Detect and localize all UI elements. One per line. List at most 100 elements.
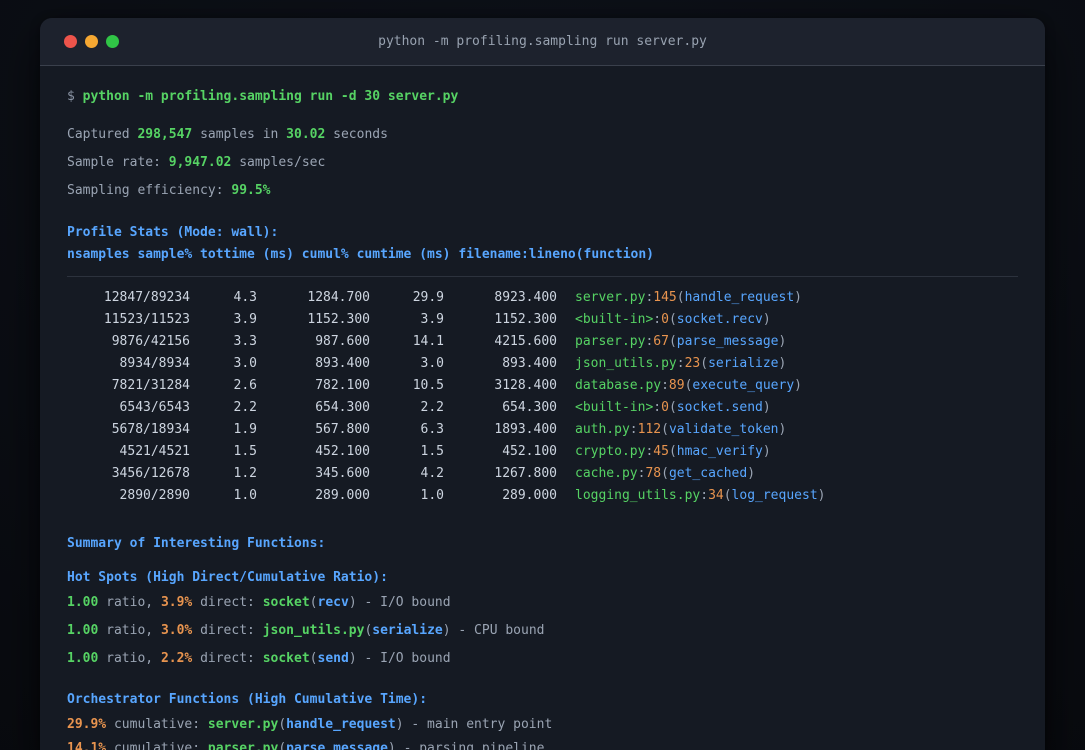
col-filename: <built-in> — [575, 312, 654, 327]
direct-pct-value: 3.0% — [160, 623, 193, 638]
col-tottime: 345.600 — [315, 466, 370, 481]
col-nsamples: 7821/31284 — [111, 378, 190, 393]
colon-separator: : — [700, 488, 709, 503]
bound-note: - I/O bound — [356, 595, 451, 610]
col-function: execute_query — [692, 378, 795, 393]
profile-row: 6543/6543 2.2 654.300 2.2 654.300 <built-in>:… — [67, 397, 1018, 419]
orchestrator-row: 29.9% cumulative: server.py(handle_reque… — [67, 714, 1018, 735]
shell-prompt: $ — [67, 89, 83, 104]
ratio-label: ratio, — [98, 623, 161, 638]
open-paren: ( — [668, 444, 677, 459]
col-function: validate_token — [668, 422, 779, 437]
close-paren: ) — [794, 378, 802, 393]
role-note: - main entry point — [403, 717, 553, 732]
zoom-traffic-light-icon[interactable] — [106, 35, 119, 48]
close-paren: ) — [762, 312, 771, 327]
col-function: socket.recv — [676, 312, 763, 327]
profile-table-header: nsamples sample% tottime (ms) cumul% cum… — [67, 247, 654, 262]
close-paren: ) — [778, 334, 787, 349]
col-cumul-pct: 3.0 — [420, 356, 444, 371]
colon-separator: : — [661, 378, 669, 393]
target-name: json_utils.py — [262, 623, 365, 638]
open-paren: ( — [661, 466, 669, 481]
open-paren: ( — [668, 400, 677, 415]
col-nsamples: 6543/6543 — [119, 400, 190, 415]
col-lineno: 78 — [645, 466, 662, 481]
efficiency-value: 99.5% — [231, 183, 271, 198]
col-cumul-pct: 4.2 — [420, 466, 444, 481]
open-paren: ( — [668, 334, 677, 349]
col-cumtime: 1152.300 — [494, 312, 557, 327]
col-cumul-pct: 1.5 — [420, 444, 444, 459]
hot-spots-title: Hot Spots (High Direct/Cumulative Ratio)… — [67, 570, 388, 585]
col-function: get_cached — [668, 466, 748, 481]
ratio-value: 1.00 — [67, 623, 99, 638]
open-paren: ( — [668, 312, 677, 327]
open-paren: ( — [676, 290, 685, 305]
close-paren: ) — [778, 356, 787, 371]
target-name: server.py — [207, 717, 279, 732]
captured-line: Captured 298,547 samples in 30.02 second… — [67, 124, 1018, 145]
col-nsamples: 5678/18934 — [111, 422, 190, 437]
col-function: socket.send — [676, 400, 763, 415]
col-filename: database.py — [575, 378, 662, 393]
col-tottime: 289.000 — [315, 488, 370, 503]
col-cumtime: 1267.800 — [494, 466, 557, 481]
open-paren: ( — [684, 378, 693, 393]
col-tottime: 1284.700 — [307, 290, 370, 305]
open-paren: ( — [723, 488, 732, 503]
open-paren: ( — [661, 422, 669, 437]
sample-rate-unit: samples/sec — [231, 155, 326, 170]
open-paren: ( — [278, 741, 287, 750]
col-cumul-pct: 1.0 — [420, 488, 444, 503]
col-tottime: 567.800 — [315, 422, 370, 437]
close-paren: ) — [762, 444, 771, 459]
profile-row: 12847/89234 4.3 1284.700 29.9 8923.400 server… — [67, 287, 1018, 309]
col-function: hmac_verify — [676, 444, 763, 459]
close-paren: ) — [348, 595, 357, 610]
cumulative-label: cumulative: — [106, 741, 208, 750]
col-cumul-pct: 10.5 — [412, 378, 444, 393]
col-sample-pct: 1.9 — [233, 422, 257, 437]
terminal-output[interactable]: $ python -m profiling.sampling run -d 30… — [40, 66, 1045, 750]
direct-label: direct: — [192, 595, 263, 610]
col-filename: json_utils.py — [575, 356, 677, 371]
col-cumtime: 1893.400 — [494, 422, 557, 437]
function-name: parse_message — [286, 741, 388, 750]
col-cumul-pct: 3.9 — [420, 312, 444, 327]
terminal-window: python -m profiling.sampling run server.… — [40, 18, 1045, 750]
col-lineno: 0 — [661, 400, 669, 415]
col-sample-pct: 1.5 — [233, 444, 257, 459]
colon-separator: : — [676, 356, 685, 371]
profile-row: 11523/11523 3.9 1152.300 3.9 1152.300 <built-… — [67, 309, 1018, 331]
col-sample-pct: 2.6 — [233, 378, 257, 393]
direct-pct-value: 3.9% — [160, 595, 193, 610]
col-cumtime: 4215.600 — [494, 334, 557, 349]
titlebar[interactable]: python -m profiling.sampling run server.… — [40, 18, 1045, 66]
col-nsamples: 2890/2890 — [119, 488, 190, 503]
col-function: parse_message — [676, 334, 779, 349]
open-paren: ( — [700, 356, 709, 371]
col-cumtime: 8923.400 — [494, 290, 557, 305]
open-paren: ( — [278, 717, 287, 732]
close-paren: ) — [395, 717, 404, 732]
close-paren: ) — [348, 651, 357, 666]
close-paren: ) — [794, 290, 802, 305]
col-lineno: 45 — [653, 444, 669, 459]
col-lineno: 34 — [708, 488, 724, 503]
orchestrator-title: Orchestrator Functions (High Cumulative … — [67, 692, 428, 707]
minimize-traffic-light-icon[interactable] — [85, 35, 98, 48]
close-traffic-light-icon[interactable] — [64, 35, 77, 48]
col-nsamples: 3456/12678 — [111, 466, 190, 481]
col-tottime: 782.100 — [315, 378, 370, 393]
col-cumtime: 3128.400 — [494, 378, 557, 393]
hot-spot-row: 1.00 ratio, 3.0% direct: json_utils.py(s… — [67, 620, 1018, 641]
col-lineno: 89 — [668, 378, 685, 393]
captured-seconds-value: 30.02 — [286, 127, 326, 142]
profile-row: 8934/8934 3.0 893.400 3.0 893.400 json_utils.… — [67, 353, 1018, 375]
summary-title: Summary of Interesting Functions: — [67, 536, 326, 551]
captured-label: Captured — [67, 127, 138, 142]
open-paren: ( — [309, 651, 318, 666]
target-name: parser.py — [207, 741, 279, 750]
col-sample-pct: 4.3 — [233, 290, 257, 305]
